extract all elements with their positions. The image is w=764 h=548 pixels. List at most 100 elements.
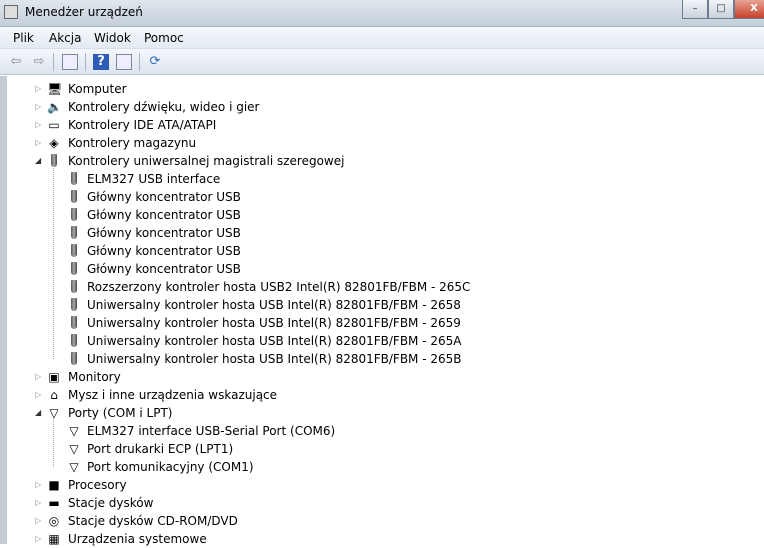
port-device-icon: ▽ [69,424,79,438]
toolbar-separator [139,53,140,71]
tree-category[interactable]: ▷ ⌂ Mysz i inne urządzenia wskazujące [7,386,757,404]
tree-category-label: Kontrolery IDE ATA/ATAPI [68,118,217,132]
usb-device-icon [67,352,81,366]
tree-category[interactable]: ▷ ▦ Urządzenia systemowe [7,530,757,548]
tree-category[interactable]: ▷ 🔈 Kontrolery dźwięku, wideo i gier [7,98,757,116]
usb-device-icon [67,226,81,240]
tree-device[interactable]: Główny koncentrator USB [7,188,757,206]
menu-pomoc[interactable]: Pomoc [144,31,184,45]
tree-category[interactable]: ▷ ■ Procesory [7,476,757,494]
tree-category-label: Komputer [68,82,127,96]
port-icon: ▽ [49,406,59,420]
title-bar: Menedżer urządzeń – □ X [0,0,764,26]
tree-category[interactable]: ◢ ▽ Porty (COM i LPT) [7,404,757,422]
scan-hardware-button[interactable]: ⟳ [147,54,163,70]
speaker-icon: 🔈 [47,100,62,114]
tree-device[interactable]: Uniwersalny kontroler hosta USB Intel(R)… [7,332,757,350]
usb-device-icon [67,262,81,276]
show-hide-console-tree-button[interactable] [62,54,78,70]
tree-device[interactable]: Uniwersalny kontroler hosta USB Intel(R)… [7,350,757,368]
tree-category[interactable]: ▷ ◎ Stacje dysków CD-ROM/DVD [7,512,757,530]
tree-device-label: Port komunikacyjny (COM1) [87,460,254,474]
computer-icon: 🖥 [47,82,63,96]
expand-toggle-icon[interactable]: ▷ [35,116,43,134]
tree-category[interactable]: ▷ ▭ Kontrolery IDE ATA/ATAPI [7,116,757,134]
tree-device[interactable]: ELM327 USB interface [7,170,757,188]
tree-category-label: Monitory [68,370,121,384]
tree-device[interactable]: Rozszerzony kontroler hosta USB2 Intel(R… [7,278,757,296]
menu-plik[interactable]: Plik [13,31,34,45]
back-button[interactable]: ⇦ [8,54,24,70]
tree-device[interactable]: Uniwersalny kontroler hosta USB Intel(R)… [7,314,757,332]
tree-device[interactable]: Główny koncentrator USB [7,206,757,224]
usb-device-icon [67,334,81,348]
menu-widok[interactable]: Widok [94,31,131,45]
tree-device-label: Uniwersalny kontroler hosta USB Intel(R)… [87,352,462,366]
menu-akcja[interactable]: Akcja [49,31,81,45]
usb-icon [47,154,61,168]
tree-category-label: Kontrolery magazynu [68,136,197,150]
usb-device-icon [67,316,81,330]
expand-toggle-icon[interactable]: ▷ [35,386,43,404]
tree-device[interactable]: ▽ Port komunikacyjny (COM1) [7,458,757,476]
tree-category-label: Kontrolery dźwięku, wideo i gier [68,100,260,114]
expand-toggle-icon[interactable]: ▷ [35,98,43,116]
tree-device[interactable]: Uniwersalny kontroler hosta USB Intel(R)… [7,296,757,314]
tree-category-label: Procesory [68,478,127,492]
tree-device-label: Główny koncentrator USB [87,226,241,240]
tree-category-label: Porty (COM i LPT) [68,406,173,420]
help-button[interactable]: ? [93,54,109,70]
tree-device-label: Rozszerzony kontroler hosta USB2 Intel(R… [87,280,471,294]
usb-device-icon [67,208,81,222]
tree-device-label: ELM327 USB interface [87,172,221,186]
tree-device-label: Główny koncentrator USB [87,208,241,222]
port-device-icon: ▽ [69,442,79,456]
tree-device-label: Uniwersalny kontroler hosta USB Intel(R)… [87,334,462,348]
port-device-icon: ▽ [69,460,79,474]
close-button[interactable]: X [734,0,764,19]
tree-category[interactable]: ▷ ▬ Stacje dysków [7,494,757,512]
tree-device[interactable]: ▽ ELM327 interface USB-Serial Port (COM6) [7,422,757,440]
usb-device-icon [67,172,81,186]
expand-toggle-icon[interactable]: ▷ [35,512,43,530]
tree-device-label: Główny koncentrator USB [87,244,241,258]
toolbar-separator [85,53,86,71]
tree-category[interactable]: ▷ ▣ Monitory [7,368,757,386]
menu-bar: Plik Akcja Widok Pomoc [0,26,764,49]
tree-device[interactable]: Główny koncentrator USB [7,260,757,278]
expand-toggle-icon[interactable]: ▷ [35,134,43,152]
expand-toggle-icon[interactable]: ▷ [35,368,43,386]
expand-toggle-icon[interactable]: ▷ [35,80,43,98]
disk-drive-icon: ▬ [48,496,60,510]
tree-device-label: Uniwersalny kontroler hosta USB Intel(R)… [87,316,461,330]
expand-toggle-icon[interactable]: ▷ [35,476,43,494]
usb-device-icon [67,190,81,204]
maximize-button[interactable]: □ [708,0,734,19]
expand-toggle-icon[interactable]: ▷ [35,530,43,548]
usb-device-icon [67,298,81,312]
tree-category[interactable]: ◢ Kontrolery uniwersalnej magistrali szer… [7,152,757,170]
tree-device[interactable]: Główny koncentrator USB [7,242,757,260]
ide-controller-icon: ▭ [48,118,60,132]
cdrom-icon: ◎ [48,514,60,528]
expand-toggle-icon[interactable]: ◢ [35,152,43,170]
device-tree[interactable]: ▷ 🖥 Komputer ▷ 🔈 Kontrolery dźwięku, wideo i … [0,76,764,546]
expand-toggle-icon[interactable]: ▷ [35,494,43,512]
expand-toggle-icon[interactable]: ◢ [35,404,43,422]
toolbar: ⇦ ⇨ ? ⟳ [0,49,764,75]
tree-device[interactable]: ▽ Port drukarki ECP (LPT1) [7,440,757,458]
usb-device-icon [67,244,81,258]
tree-category[interactable]: ▷ ◈ Kontrolery magazynu [7,134,757,152]
tree-category-label: Stacje dysków CD-ROM/DVD [68,514,238,528]
forward-button[interactable]: ⇨ [31,54,47,70]
tree-category-label: Urządzenia systemowe [68,532,207,546]
tree-category[interactable]: ▷ 🖥 Komputer [7,80,757,98]
tree-category-label: Stacje dysków [68,496,154,510]
minimize-button[interactable]: – [682,0,708,19]
tree-device-label: Główny koncentrator USB [87,262,241,276]
tree-connector-line [53,418,54,467]
show-action-pane-button[interactable] [116,54,132,70]
tree-device[interactable]: Główny koncentrator USB [7,224,757,242]
mouse-icon: ⌂ [50,388,58,402]
tree-device-label: Uniwersalny kontroler hosta USB Intel(R)… [87,298,461,312]
